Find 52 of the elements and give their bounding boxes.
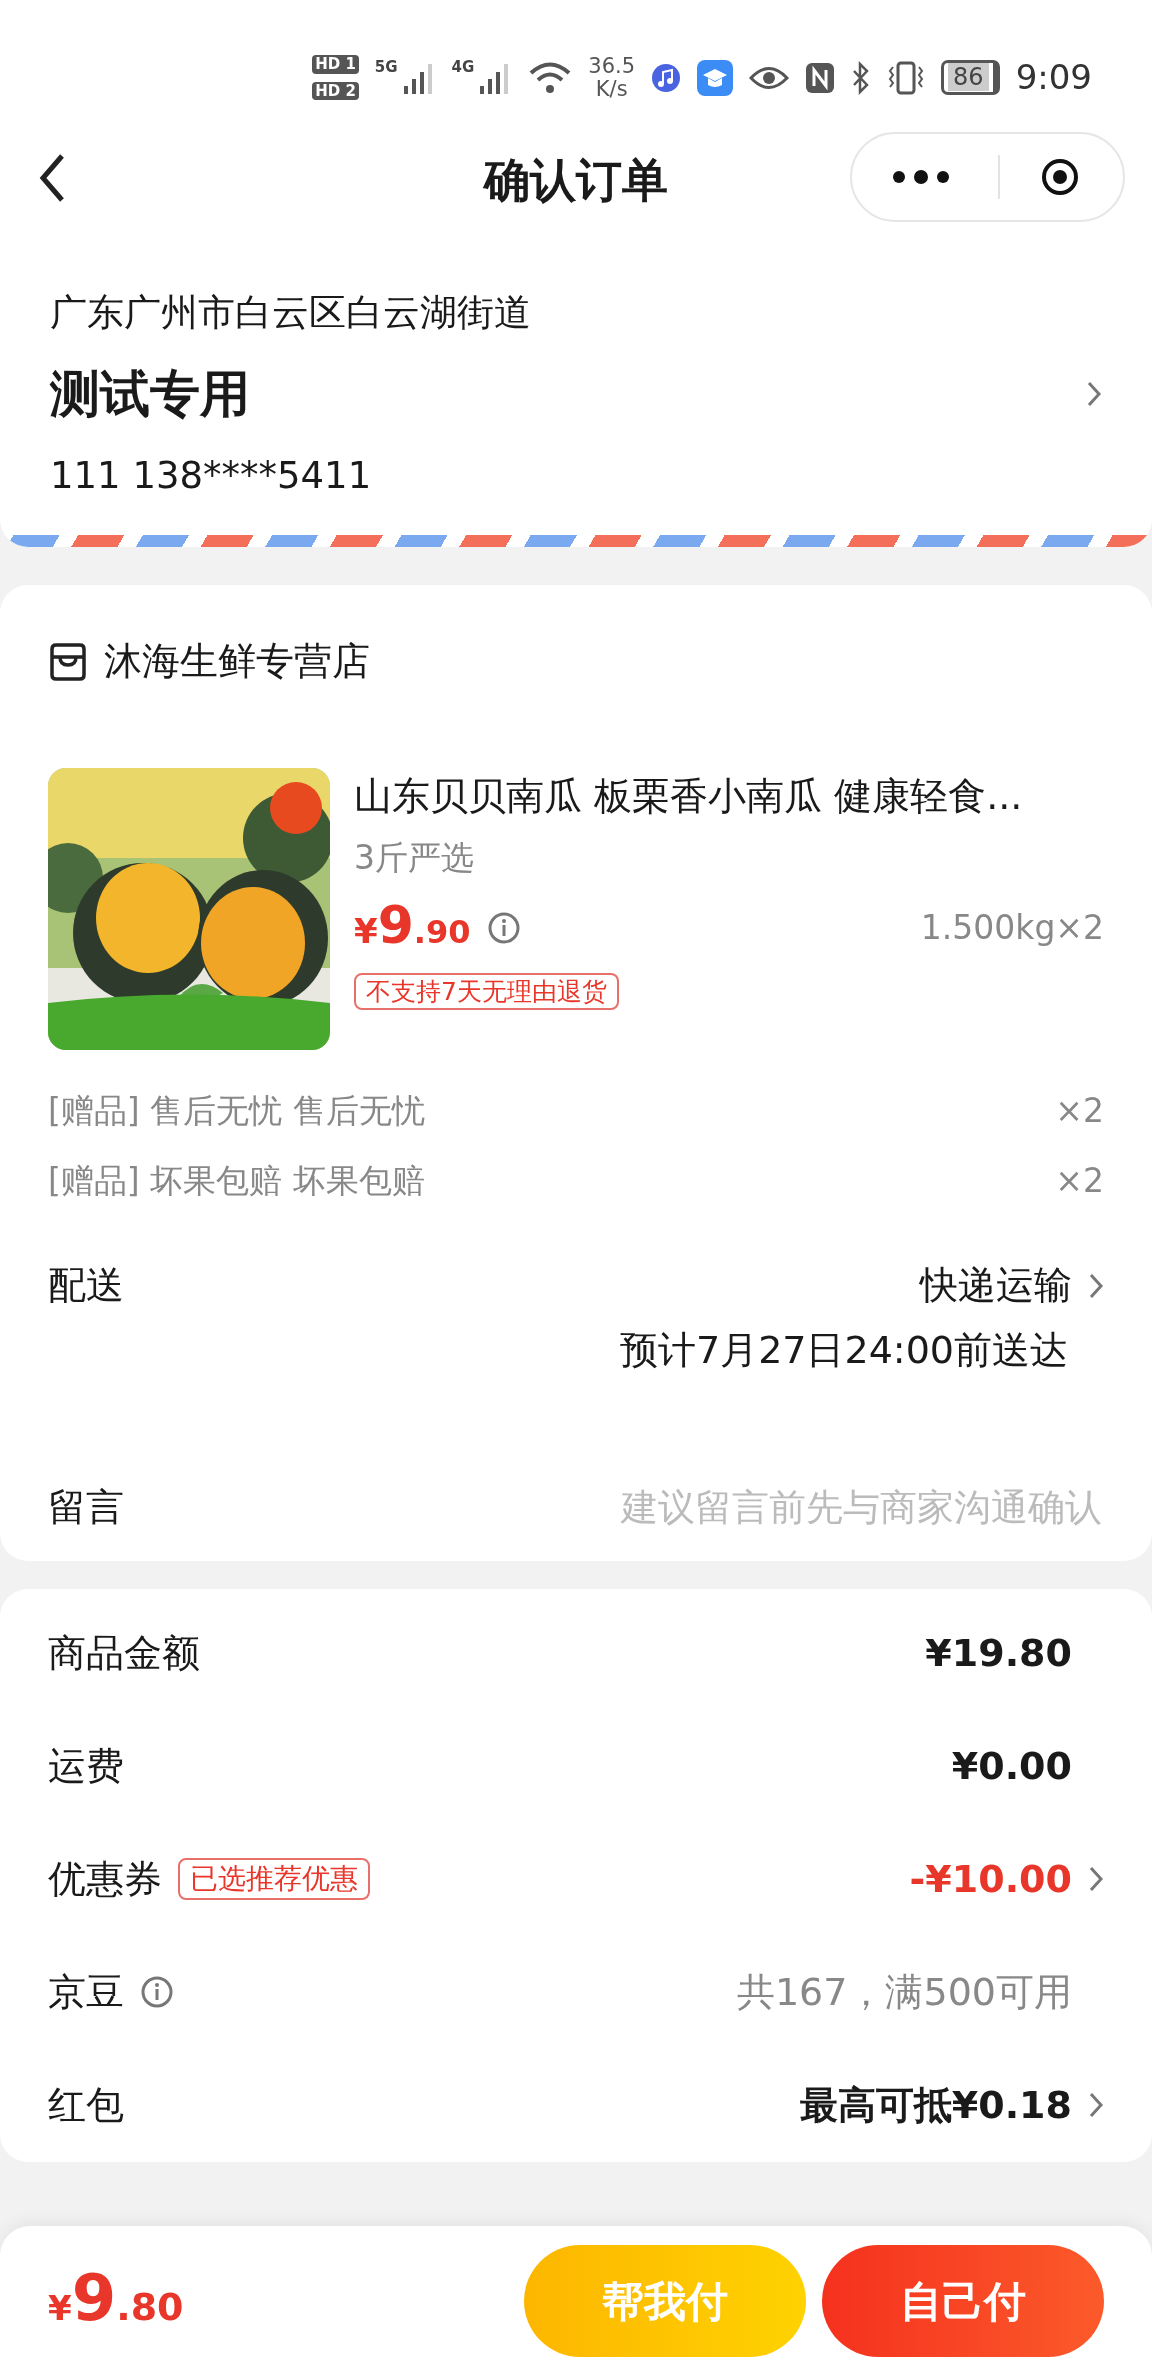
eye-icon bbox=[749, 64, 790, 91]
product-spec: 3斤严选 bbox=[354, 837, 475, 879]
message-input[interactable]: 建议留言前先与商家沟通确认 bbox=[140, 1479, 1104, 1537]
summary-value: 最高可抵¥0.18 bbox=[799, 2081, 1072, 2129]
music-app-icon bbox=[651, 62, 682, 93]
product-quantity: 1.500kg×2 bbox=[920, 906, 1104, 949]
summary-label: 京豆 bbox=[48, 1968, 124, 2016]
total-price: ¥9.80 bbox=[48, 2266, 184, 2336]
battery-level: 86 bbox=[948, 63, 989, 92]
delivery-label: 配送 bbox=[48, 1262, 124, 1309]
network-speed: 36.5 bbox=[588, 55, 636, 78]
shop-icon bbox=[48, 642, 88, 681]
chevron-right-icon bbox=[1086, 380, 1102, 408]
page-title: 确认订单 bbox=[484, 151, 668, 209]
recommended-tag: 已选推荐优惠 bbox=[178, 1858, 370, 1900]
network-label: 5G bbox=[374, 59, 398, 75]
product-title: 山东贝贝南瓜 板栗香小南瓜 健康轻食... bbox=[354, 773, 1024, 820]
store-name: 沐海生鲜专营店 bbox=[104, 638, 370, 685]
summary-label: 优惠券 bbox=[48, 1855, 162, 1903]
sim-label: HD 1 bbox=[312, 55, 359, 74]
pay-button[interactable]: 自己付 bbox=[822, 2245, 1104, 2357]
gift-quantity: ×2 bbox=[1055, 1159, 1104, 1202]
sim-label: HD 2 bbox=[312, 81, 359, 100]
product-price: ¥9.90 bbox=[354, 898, 471, 957]
message-label: 留言 bbox=[48, 1484, 124, 1532]
address-line: 广东广州市白云区白云湖街道 bbox=[50, 290, 532, 336]
summary-value: -¥10.00 bbox=[909, 1855, 1072, 1903]
phone-number: 111 138****5411 bbox=[50, 452, 373, 499]
delivery-estimate: 预计7月27日24:00前送达 bbox=[619, 1327, 1068, 1374]
more-icon[interactable] bbox=[892, 170, 950, 184]
chevron-right-icon bbox=[1088, 1271, 1104, 1300]
gift-text: [赠品] 坏果包赔 坏果包赔 bbox=[48, 1159, 425, 1202]
summary-label: 红包 bbox=[48, 2081, 124, 2129]
summary-value: 共167，满500可用 bbox=[736, 1968, 1072, 2016]
nfc-icon bbox=[805, 61, 836, 94]
info-icon bbox=[486, 910, 521, 945]
vibrate-icon bbox=[887, 60, 926, 95]
wifi-icon bbox=[528, 59, 573, 96]
summary-value: ¥19.80 bbox=[925, 1629, 1072, 1677]
target-icon[interactable] bbox=[1040, 157, 1080, 197]
summary-label: 商品金额 bbox=[48, 1629, 200, 1677]
gift-text: [赠品] 售后无忧 售后无忧 bbox=[48, 1090, 425, 1132]
graduation-cap-app-icon bbox=[697, 59, 734, 96]
summary-label: 运费 bbox=[48, 1742, 124, 1790]
speed-unit: K/s bbox=[594, 77, 629, 100]
recipient-name: 测试专用 bbox=[50, 363, 250, 425]
network-label: 4G bbox=[451, 59, 475, 75]
gift-quantity: ×2 bbox=[1055, 1090, 1104, 1132]
clock: 9:09 bbox=[1015, 56, 1092, 99]
return-policy-tag: 不支持7天无理由退货 bbox=[354, 972, 619, 1011]
summary-value: ¥0.00 bbox=[951, 1742, 1072, 1790]
delivery-method: 快递运输 bbox=[920, 1262, 1072, 1309]
